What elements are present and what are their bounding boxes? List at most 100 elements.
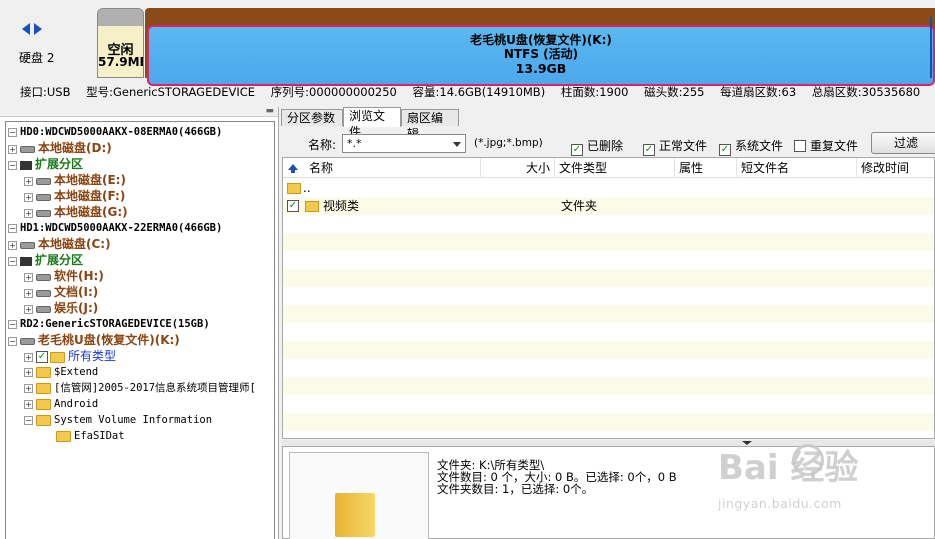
- expand-icon[interactable]: +: [24, 272, 33, 282]
- expand-icon[interactable]: +: [24, 192, 33, 202]
- collapse-icon[interactable]: −: [8, 223, 17, 233]
- tree-node-hd1-c[interactable]: + 本地磁盘(C:): [8, 236, 111, 252]
- expand-icon[interactable]: +: [24, 208, 33, 218]
- expand-icon[interactable]: +: [24, 352, 33, 362]
- drive-icon: [20, 337, 35, 345]
- filter-toolbar: 名称: *.* (*.jpg;*.bmp) ✓ 已删除 ✓ 正常文件 ✓ 系统文件 重…: [280, 129, 935, 156]
- tree-node-efasidat[interactable]: EfaSIDat: [56, 428, 125, 444]
- folder-icon: [36, 398, 51, 410]
- tree-node-hd1-h[interactable]: + 软件(H:): [24, 268, 104, 284]
- tree-node-hd0-f[interactable]: + 本地磁盘(F:): [24, 188, 125, 204]
- partition-block[interactable]: 老毛桃U盘(恢复文件)(K:) NTFS (活动) 13.9GB: [145, 8, 935, 86]
- checkbox-checked[interactable]: ✓: [571, 144, 583, 156]
- expand-icon[interactable]: +: [24, 176, 33, 186]
- col-short-name[interactable]: 短文件名: [737, 158, 857, 178]
- extended-partition-icon: [20, 160, 32, 170]
- collapse-icon[interactable]: −: [8, 319, 17, 329]
- list-item[interactable]: ..: [283, 179, 934, 197]
- tree-node-hd0-d[interactable]: + 本地磁盘(D:): [8, 140, 112, 156]
- tree-node-extend[interactable]: + $Extend: [24, 364, 98, 380]
- partition-fs: NTFS (活动): [503, 47, 579, 61]
- partition-size: 13.9GB: [515, 61, 567, 76]
- chevron-down-icon[interactable]: [453, 142, 461, 147]
- drive-icon: [20, 241, 35, 249]
- collapse-icon[interactable]: −: [8, 256, 17, 266]
- duplicate-files-checkbox[interactable]: 重复文件: [794, 137, 858, 154]
- folder-icon: [36, 366, 51, 378]
- info-sectors-per-track: 每道扇区数:63: [720, 85, 797, 99]
- large-folder-icon: [335, 493, 375, 537]
- info-cylinders: 柱面数:1900: [560, 85, 629, 99]
- tab-browse-files[interactable]: 浏览文件: [343, 107, 401, 139]
- status-info: 文件夹: K:\所有类型\ 文件数目: 0 个，大小: 0 B。已选择: 0个，…: [437, 459, 677, 495]
- expand-icon[interactable]: +: [24, 304, 33, 314]
- col-type[interactable]: 文件类型: [555, 158, 675, 178]
- checkbox-checked[interactable]: ✓: [719, 144, 731, 156]
- collapse-icon[interactable]: −: [8, 127, 17, 137]
- tree-node-hd1-j[interactable]: + 娱乐(J:): [24, 300, 98, 316]
- watermark-url: jingyan.baidu.com: [718, 496, 842, 511]
- checkbox-unchecked[interactable]: [794, 140, 806, 152]
- expand-icon[interactable]: +: [8, 144, 17, 154]
- folder-icon: [50, 351, 65, 363]
- tree-node-rd2[interactable]: − RD2:GenericSTORAGEDEVICE(15GB): [8, 316, 210, 332]
- tree-node-svi[interactable]: − System Volume Information: [24, 412, 212, 428]
- drive-icon: [36, 273, 51, 281]
- system-files-checkbox[interactable]: ✓ 系统文件: [719, 137, 783, 156]
- partition-active[interactable]: 老毛桃U盘(恢复文件)(K:) NTFS (活动) 13.9GB: [147, 25, 935, 86]
- disk-map-bar: 硬盘 2 空闲 57.9MB 老毛桃U盘(恢复文件)(K:) NTFS (活动)…: [0, 0, 935, 86]
- collapse-icon[interactable]: −: [8, 336, 17, 346]
- disk-tree: − HD0:WDCWD5000AAKX-08ERMA0(466GB) + 本地磁盘(…: [5, 121, 275, 539]
- collapse-icon[interactable]: −: [8, 160, 17, 170]
- checkbox-checked[interactable]: ✓: [36, 351, 48, 363]
- expand-icon[interactable]: +: [24, 383, 33, 393]
- prev-disk-arrow-icon[interactable]: [22, 22, 30, 35]
- collapse-icon[interactable]: −: [24, 415, 33, 425]
- expand-icon[interactable]: +: [24, 367, 33, 377]
- tree-node-hd1[interactable]: − HD1:WDCWD5000AAKX-22ERMA0(466GB): [8, 220, 222, 236]
- tree-node-android[interactable]: + Android: [24, 396, 98, 412]
- col-mtime[interactable]: 修改时间: [857, 158, 934, 178]
- tree-node-hd1-i[interactable]: + 文档(I:): [24, 284, 98, 300]
- disk-tree-panel: ▬ − HD0:WDCWD5000AAKX-08ERMA0(466GB) + 本地磁…: [0, 106, 279, 539]
- checkbox-checked[interactable]: ✓: [287, 200, 299, 212]
- tree-panel-header: ▬: [0, 106, 278, 117]
- watermark-text: Bai 经验: [718, 448, 859, 488]
- next-disk-arrow-icon[interactable]: [34, 22, 42, 35]
- name-filter-select[interactable]: *.*: [342, 134, 466, 153]
- tree-node-hd0[interactable]: − HD0:WDCWD5000AAKX-08ERMA0(466GB): [8, 124, 222, 140]
- tree-node-hd0-ext[interactable]: − 扩展分区: [8, 156, 83, 172]
- disk-label: 硬盘 2: [19, 51, 55, 65]
- panel-pin-icon[interactable]: ▬: [265, 106, 274, 116]
- expand-icon[interactable]: +: [8, 240, 17, 250]
- tree-node-hd0-g[interactable]: + 本地磁盘(G:): [24, 204, 128, 220]
- folder-icon: [36, 414, 51, 426]
- deleted-checkbox[interactable]: ✓ 已删除: [571, 137, 623, 156]
- free-space-block[interactable]: 空闲 57.9MB: [97, 8, 144, 78]
- expand-icon[interactable]: +: [24, 399, 33, 409]
- tab-partition-params[interactable]: 分区参数: [281, 109, 343, 126]
- tree-node-all-types[interactable]: + ✓ 所有类型: [24, 348, 116, 364]
- tree-node-hd1-ext[interactable]: − 扩展分区: [8, 252, 83, 268]
- status-folders: 文件夹数目: 1，已选择: 0个。: [437, 482, 594, 496]
- drive-icon: [36, 193, 51, 201]
- list-item[interactable]: ✓ 视频类 文件夹: [283, 197, 934, 215]
- tree-node-hd0-e[interactable]: + 本地磁盘(E:): [24, 172, 126, 188]
- checkbox-checked[interactable]: ✓: [643, 144, 655, 156]
- expand-icon[interactable]: +: [24, 288, 33, 298]
- col-attr[interactable]: 属性: [675, 158, 737, 178]
- folder-icon: [56, 430, 71, 442]
- extended-partition-icon: [20, 256, 32, 266]
- tree-node-rd2-k[interactable]: − 老毛桃U盘(恢复文件)(K:): [8, 332, 180, 348]
- partition-divider: [930, 17, 932, 78]
- col-size[interactable]: 大小: [481, 158, 555, 178]
- list-header: 名称 大小 文件类型 属性 短文件名 修改时间: [283, 158, 934, 178]
- normal-files-checkbox[interactable]: ✓ 正常文件: [643, 137, 707, 156]
- folder-icon: [287, 183, 301, 194]
- tab-sector-editor[interactable]: 扇区编辑: [401, 109, 459, 141]
- filter-button[interactable]: 过滤: [871, 132, 935, 154]
- col-name[interactable]: 名称: [305, 158, 481, 178]
- tree-node-xgw[interactable]: + [信管网]2005-2017信息系统项目管理师[: [24, 380, 256, 396]
- info-model: 型号:GenericSTORAGEDEVICE: [86, 85, 256, 99]
- folder-icon: [36, 382, 51, 394]
